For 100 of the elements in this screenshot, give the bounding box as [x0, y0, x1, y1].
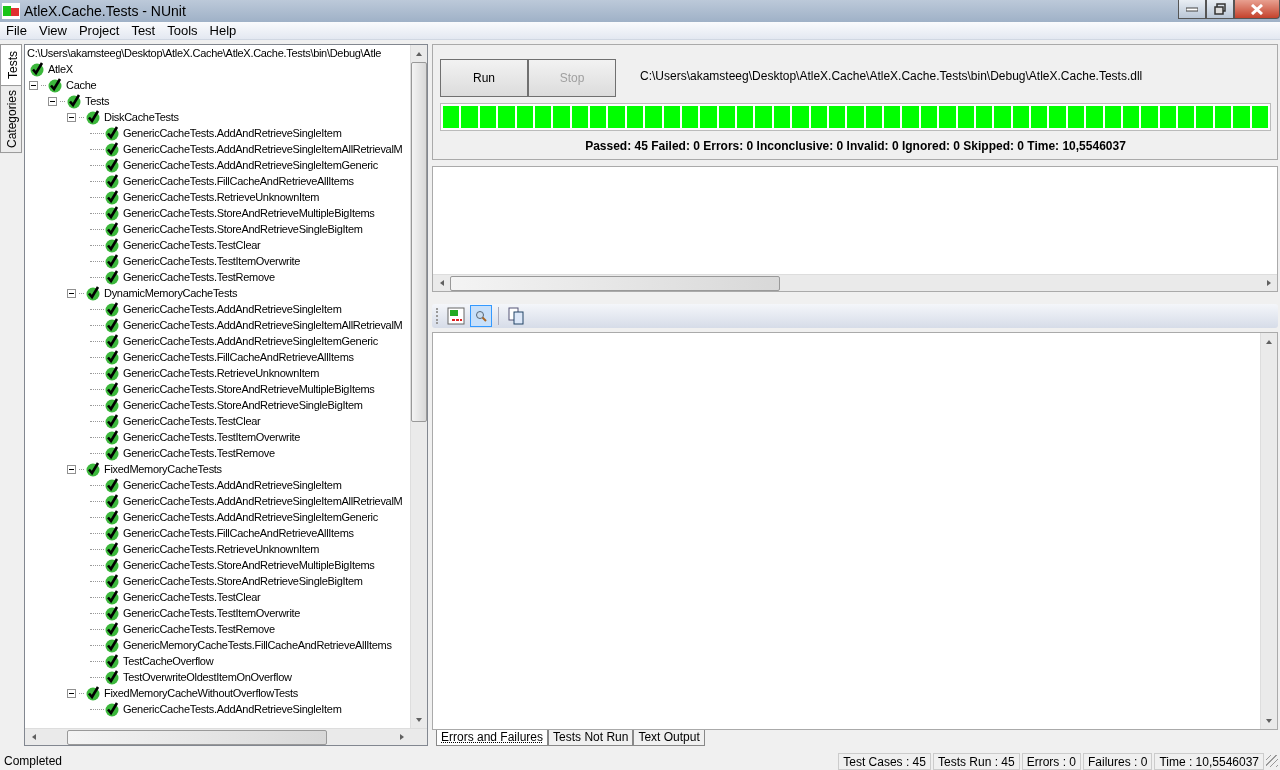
- tree-node-label[interactable]: TestOverwriteOldestItemOnOverflow: [123, 668, 292, 686]
- tree-node-label[interactable]: GenericCacheTests.AddAndRetrieveSingleItemAllRetrievalM: [123, 492, 403, 510]
- collapse-toggle-icon[interactable]: [67, 112, 76, 122]
- result-tab[interactable]: Tests Not Run: [548, 730, 634, 746]
- tree-node-label[interactable]: GenericCacheTests.RetrieveUnknownItem: [123, 364, 320, 382]
- tree-node-label[interactable]: GenericCacheTests.TestClear: [123, 412, 261, 430]
- assembly-path: C:\Users\akamsteeg\Desktop\AtleX.Cache\AtleX.Cache.Tests\bin\Debug\AtleX.Cache.Tests.dll: [640, 68, 1143, 85]
- tree-node-label[interactable]: GenericCacheTests.AddAndRetrieveSingleItemGeneric: [123, 508, 378, 526]
- collapse-toggle-icon[interactable]: [67, 288, 76, 298]
- tree-node-label[interactable]: GenericCacheTests.RetrieveUnknownItem: [123, 540, 320, 558]
- tree-node-label[interactable]: GenericCacheTests.TestRemove: [123, 444, 275, 462]
- tree-node-label[interactable]: GenericCacheTests.TestRemove: [123, 268, 275, 286]
- passed-check-icon: [85, 285, 101, 301]
- scroll-right-arrow-icon[interactable]: [1265, 279, 1272, 287]
- tree-node-label[interactable]: FixedMemoryCacheWithoutOverflowTests: [104, 684, 298, 702]
- maximize-button[interactable]: [1206, 0, 1234, 19]
- passed-check-icon: [104, 509, 120, 525]
- tree-node-label[interactable]: DynamicMemoryCacheTests: [104, 284, 238, 302]
- horizontal-scrollbar[interactable]: [433, 274, 1277, 291]
- tree-node-label[interactable]: GenericCacheTests.AddAndRetrieveSingleItemGeneric: [123, 332, 378, 350]
- passed-check-icon: [104, 317, 120, 333]
- horizontal-scrollbar[interactable]: [25, 728, 427, 745]
- scroll-right-arrow-icon[interactable]: [398, 733, 405, 741]
- tree-node-label[interactable]: GenericCacheTests.TestClear: [123, 236, 261, 254]
- tree-node-label[interactable]: GenericCacheTests.AddAndRetrieveSingleItem: [123, 300, 342, 318]
- tree-node-label[interactable]: FixedMemoryCacheTests: [104, 460, 222, 478]
- tree-node-label[interactable]: GenericCacheTests.TestClear: [123, 588, 261, 606]
- scroll-left-arrow-icon[interactable]: [30, 733, 37, 741]
- tree-node-label[interactable]: GenericCacheTests.AddAndRetrieveSingleItemAllRetrievalM: [123, 316, 403, 334]
- menu-item[interactable]: Tools: [161, 20, 204, 41]
- status-panel: Errors : 0: [1021, 752, 1081, 770]
- vertical-scrollbar[interactable]: [410, 45, 427, 728]
- passed-check-icon: [104, 349, 120, 365]
- passed-check-icon: [104, 573, 120, 589]
- tree-path: C:\Users\akamsteeg\Desktop\AtleX.Cache\AtleX.Cache.Tests\bin\Debug\Atle: [27, 45, 383, 61]
- passed-check-icon: [104, 381, 120, 397]
- menu-item[interactable]: View: [32, 20, 73, 41]
- scroll-down-arrow-icon[interactable]: [1265, 717, 1273, 724]
- scroll-up-arrow-icon[interactable]: [1265, 338, 1273, 345]
- tree-node-label[interactable]: GenericCacheTests.StoreAndRetrieveSingleBigItem: [123, 572, 363, 590]
- passed-check-icon: [104, 157, 120, 173]
- menu-item[interactable]: Project: [72, 20, 126, 41]
- tree-node-label[interactable]: TestCacheOverflow: [123, 652, 214, 670]
- tree-node-label[interactable]: GenericCacheTests.TestItemOverwrite: [123, 604, 301, 622]
- passed-check-icon: [104, 557, 120, 573]
- tree-node-label[interactable]: GenericCacheTests.TestItemOverwrite: [123, 252, 301, 270]
- scroll-down-arrow-icon[interactable]: [415, 716, 423, 723]
- tree-node-label[interactable]: GenericCacheTests.StoreAndRetrieveMultipleBigItems: [123, 380, 375, 398]
- run-button[interactable]: Run: [440, 59, 528, 97]
- collapse-toggle-icon[interactable]: [67, 464, 76, 474]
- tree-node-label[interactable]: GenericCacheTests.FillCacheAndRetrieveAllItems: [123, 348, 354, 366]
- passed-check-icon: [104, 669, 120, 685]
- tree-node-label[interactable]: Tests: [85, 92, 110, 110]
- passed-check-icon: [104, 541, 120, 557]
- passed-check-icon: [104, 397, 120, 413]
- passed-check-icon: [104, 253, 120, 269]
- tree-node-label[interactable]: GenericCacheTests.AddAndRetrieveSingleItem: [123, 700, 342, 718]
- side-tab[interactable]: Categories: [0, 85, 22, 154]
- tree-node-label[interactable]: GenericCacheTests.TestRemove: [123, 620, 275, 638]
- tree-node-label[interactable]: GenericCacheTests.FillCacheAndRetrieveAllItems: [123, 172, 354, 190]
- passed-check-icon: [104, 589, 120, 605]
- minimize-button[interactable]: [1178, 0, 1206, 19]
- tree-node-label[interactable]: AtleX: [48, 60, 73, 78]
- tree-node-label[interactable]: GenericCacheTests.TestItemOverwrite: [123, 428, 301, 446]
- scroll-up-arrow-icon[interactable]: [415, 50, 423, 57]
- tree-node-label[interactable]: GenericCacheTests.AddAndRetrieveSingleItem: [123, 124, 342, 142]
- tree-node-label[interactable]: GenericCacheTests.AddAndRetrieveSingleItemGeneric: [123, 156, 378, 174]
- tree-node-label[interactable]: Cache: [66, 76, 97, 94]
- collapse-toggle-icon[interactable]: [67, 688, 76, 698]
- code-view-button[interactable]: [445, 305, 467, 327]
- code-view-icon: [446, 306, 466, 326]
- collapse-toggle-icon[interactable]: [48, 96, 57, 106]
- tree-node-label[interactable]: DiskCacheTests: [104, 108, 179, 126]
- tree-node-label[interactable]: GenericCacheTests.FillCacheAndRetrieveAllItems: [123, 524, 354, 542]
- scroll-left-arrow-icon[interactable]: [438, 279, 445, 287]
- passed-check-icon: [66, 93, 82, 109]
- passed-check-icon: [85, 109, 101, 125]
- collapse-toggle-icon[interactable]: [29, 80, 38, 90]
- tree-node-label[interactable]: GenericCacheTests.RetrieveUnknownItem: [123, 188, 320, 206]
- close-button[interactable]: [1234, 0, 1280, 19]
- menu-item[interactable]: Test: [125, 20, 162, 41]
- vertical-scrollbar[interactable]: [1260, 333, 1277, 729]
- tree-node-label[interactable]: GenericCacheTests.AddAndRetrieveSingleItemAllRetrievalM: [123, 140, 403, 158]
- result-tab[interactable]: Errors and Failures: [436, 730, 549, 746]
- menu-item[interactable]: File: [0, 20, 33, 41]
- app-logo-icon: [2, 3, 20, 19]
- tree-node-label[interactable]: GenericCacheTests.StoreAndRetrieveMultipleBigItems: [123, 556, 375, 574]
- passed-check-icon: [104, 173, 120, 189]
- tree-node-label[interactable]: GenericCacheTests.StoreAndRetrieveSingleBigItem: [123, 220, 363, 238]
- result-tab[interactable]: Text Output: [633, 730, 705, 746]
- passed-check-icon: [104, 525, 120, 541]
- tree-node-label[interactable]: GenericCacheTests.StoreAndRetrieveSingleBigItem: [123, 396, 363, 414]
- close-icon: [1250, 3, 1264, 15]
- tree-node-label[interactable]: GenericCacheTests.StoreAndRetrieveMultipleBigItems: [123, 204, 375, 222]
- tree-node-label[interactable]: GenericCacheTests.AddAndRetrieveSingleItem: [123, 476, 342, 494]
- tree-node-label[interactable]: GenericMemoryCacheTests.FillCacheAndRetrieveAllItems: [123, 636, 392, 654]
- copy-button[interactable]: [505, 305, 527, 327]
- menu-item[interactable]: Help: [203, 20, 243, 41]
- zoom-button[interactable]: [470, 305, 492, 327]
- side-tab[interactable]: Tests: [0, 44, 22, 86]
